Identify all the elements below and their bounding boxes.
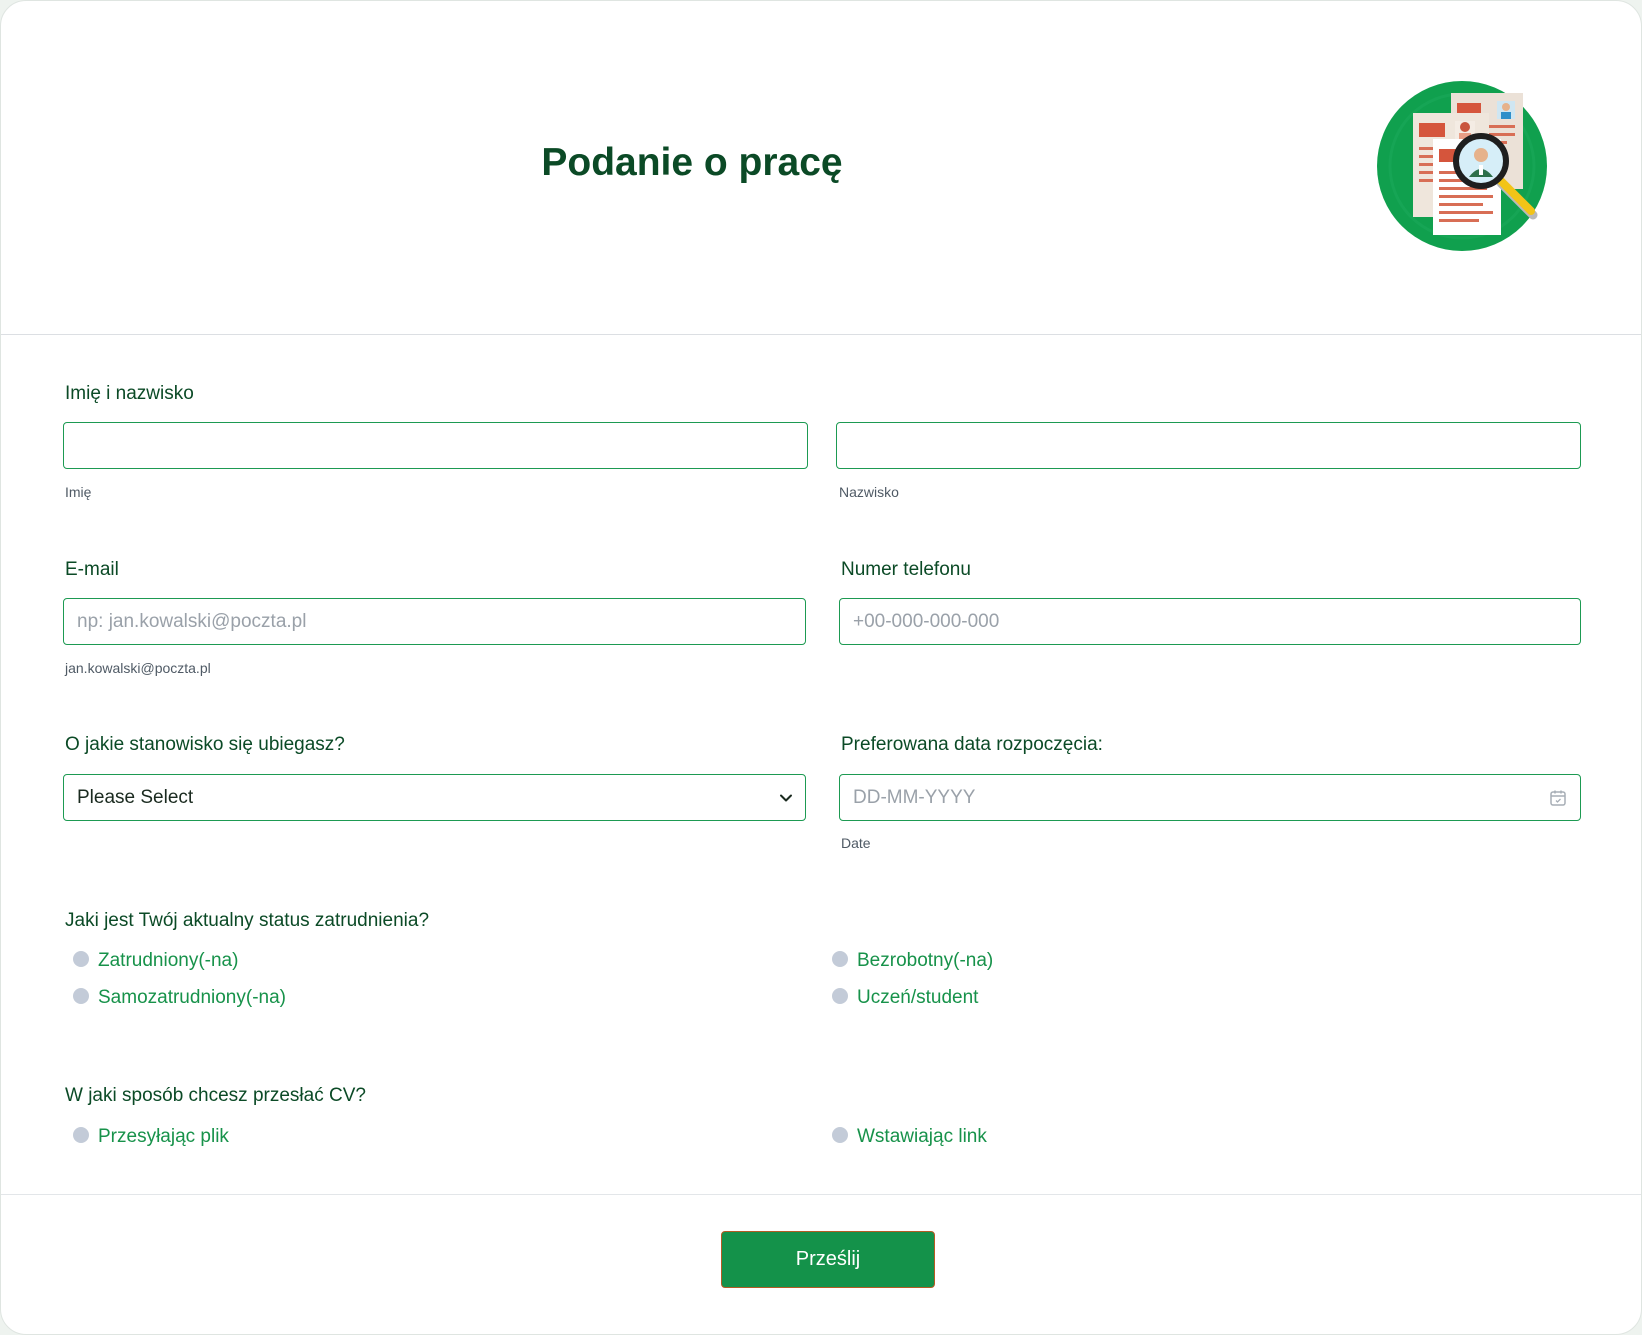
form-header: Podanie o pracę [1, 1, 1641, 335]
radio-dot[interactable] [73, 1127, 89, 1143]
start-date-field[interactable]: DD-MM-YYYY [839, 774, 1581, 821]
radio-unemployed-label: Bezrobotny(-na) [857, 950, 994, 971]
start-date-sublabel: Date [841, 835, 871, 851]
last-name-input[interactable] [836, 422, 1581, 469]
radio-unemployed[interactable]: Bezrobotny(-na) [832, 950, 993, 972]
phone-label: Numer telefonu [841, 559, 971, 580]
phone-field[interactable]: +00-000-000-000 [839, 598, 1581, 645]
position-label: O jakie stanowisko się ubiegasz? [65, 734, 345, 755]
first-name-input[interactable] [63, 422, 808, 469]
employment-label: Jaki jest Twój aktualny status zatrudnie… [65, 910, 430, 931]
radio-student-label: Uczeń/student [857, 987, 979, 1008]
radio-self-employed-label: Samozatrudniony(-na) [98, 987, 286, 1008]
radio-self-employed[interactable]: Samozatrudniony(-na) [73, 987, 286, 1009]
footer-divider [1, 1194, 1641, 1195]
name-label: Imię i nazwisko [65, 383, 194, 404]
submit-button[interactable]: Prześlij [721, 1231, 935, 1288]
radio-employed[interactable]: Zatrudniony(-na) [73, 950, 238, 972]
last-name-sublabel: Nazwisko [839, 484, 899, 500]
chevron-down-icon [780, 794, 792, 802]
email-sublabel: jan.kowalski@poczta.pl [65, 660, 211, 676]
form-card: Podanie o pracę Imię i nazwisko Imię Naz… [0, 0, 1642, 1335]
email-field[interactable]: np: jan.kowalski@poczta.pl [63, 598, 806, 645]
start-date-placeholder: DD-MM-YYYY [853, 787, 976, 808]
radio-insert-link[interactable]: Wstawiając link [832, 1126, 987, 1148]
radio-student[interactable]: Uczeń/student [832, 987, 978, 1009]
calendar-icon[interactable] [1548, 788, 1568, 808]
radio-upload-file-label: Przesyłając plik [98, 1126, 229, 1147]
email-placeholder: np: jan.kowalski@poczta.pl [77, 611, 307, 632]
page-title: Podanie o pracę [541, 141, 843, 184]
radio-dot[interactable] [832, 988, 848, 1004]
radio-upload-file[interactable]: Przesyłając plik [73, 1126, 229, 1148]
phone-placeholder: +00-000-000-000 [853, 611, 1000, 632]
position-selected: Please Select [77, 787, 194, 808]
first-name-sublabel: Imię [65, 484, 92, 500]
start-date-label: Preferowana data rozpoczęcia: [841, 734, 1103, 755]
radio-dot[interactable] [832, 951, 848, 967]
cv-method-label: W jaki sposób chcesz przesłać CV? [65, 1085, 366, 1106]
radio-dot[interactable] [73, 951, 89, 967]
email-label: E-mail [65, 559, 119, 580]
radio-dot[interactable] [832, 1127, 848, 1143]
radio-insert-link-label: Wstawiając link [857, 1126, 987, 1147]
radio-employed-label: Zatrudniony(-na) [98, 950, 239, 971]
cv-search-icon [1377, 81, 1547, 251]
radio-dot[interactable] [73, 988, 89, 1004]
position-select[interactable]: Please Select [63, 774, 806, 821]
